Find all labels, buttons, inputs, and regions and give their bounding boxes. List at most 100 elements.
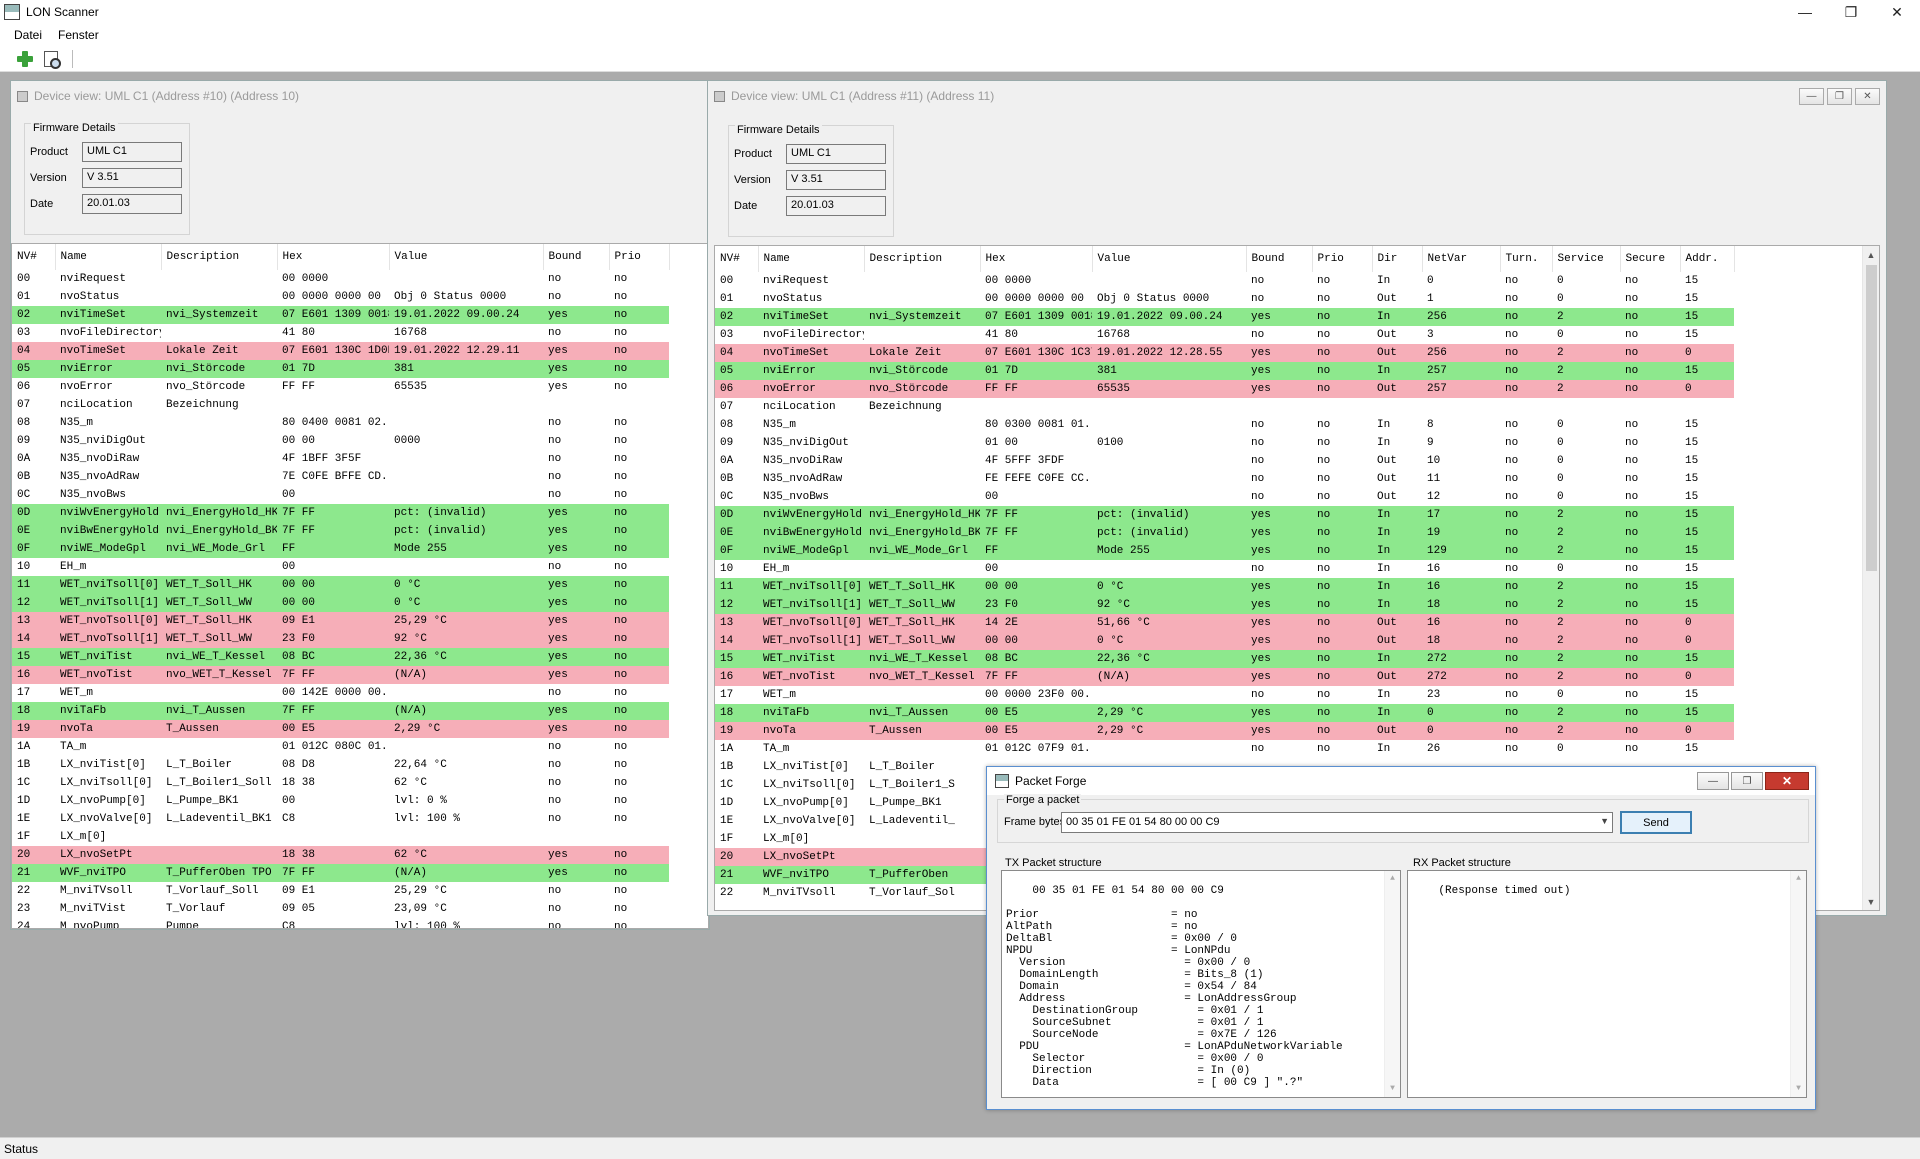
table-row[interactable]: 1C LX_nviTsoll[0] L_T_Boiler1_Soll 18 38 62 … xyxy=(12,774,669,792)
table-row[interactable]: 07 nciLocation Bezeichnung xyxy=(12,396,669,414)
table-row[interactable]: 09 N35_nviDigOut 00 00 0000 no no xyxy=(12,432,669,450)
table-row[interactable]: 04 nvoTimeSet Lokale Zeit 07 E601 130C 1D0B… xyxy=(12,342,669,360)
close-button[interactable]: ✕ xyxy=(1874,0,1920,24)
table-row[interactable]: 21 WVF_nviTPO T_PufferOben TPO 7F FF (N/A) ye… xyxy=(12,864,669,882)
table-row[interactable]: 0A N35_nvoDiRaw 4F 1BFF 3F5F no no xyxy=(12,450,669,468)
menu-datei[interactable]: Datei xyxy=(14,28,42,42)
product-field[interactable]: UML C1 xyxy=(82,142,182,162)
table-row[interactable]: 09 N35_nviDigOut 01 00 0100 no no In 9 no 0 no 15 xyxy=(715,434,1734,452)
column-header[interactable]: Turn. xyxy=(1500,246,1553,272)
column-header[interactable]: Value xyxy=(389,244,544,270)
table-row[interactable]: 14 WET_nvoTsoll[1] WET_T_Soll_WW 23 F0 92 °C… xyxy=(12,630,669,648)
product-field[interactable]: UML C1 xyxy=(786,144,886,164)
rx-scrollbar[interactable]: ▲ ▼ xyxy=(1790,871,1806,1097)
column-header[interactable]: Addr. xyxy=(1680,246,1735,272)
column-header[interactable]: Value xyxy=(1092,246,1247,272)
table-row[interactable]: 0D nviWvEnergyHold nvi_EnergyHold_HK 7F FF p… xyxy=(12,504,669,522)
date-field[interactable]: 20.01.03 xyxy=(786,196,886,216)
scroll-up-icon[interactable]: ▲ xyxy=(1791,871,1806,887)
column-header[interactable]: Service xyxy=(1552,246,1621,272)
table-row[interactable]: 20 LX_nvoSetPt 18 38 62 °C yes no xyxy=(12,846,669,864)
table-row[interactable]: 13 WET_nvoTsoll[0] WET_T_Soll_HK 14 2E 51,66… xyxy=(715,614,1734,632)
scrollbar-thumb[interactable] xyxy=(1866,265,1877,571)
table-row[interactable]: 15 WET_nviTist nvi_WE_T_Kessel 08 BC 22,36 °… xyxy=(715,650,1734,668)
column-header[interactable]: Bound xyxy=(1246,246,1313,272)
table-row[interactable]: 19 nvoTa T_Aussen 00 E5 2,29 °C yes no Out 0 no 2 n… xyxy=(715,722,1734,740)
table-row[interactable]: 23 M_nviTVist T_Vorlauf 09 05 23,09 °C no no xyxy=(12,900,669,918)
table-row[interactable]: 17 WET_m 00 142E 0000 00... no no xyxy=(12,684,669,702)
nv-grid-1[interactable]: NV# Name Description Hex Value Bound Prio 00 nvi… xyxy=(11,243,709,929)
scroll-up-icon[interactable]: ▲ xyxy=(1385,871,1400,887)
column-header[interactable]: Description xyxy=(161,244,278,270)
send-button[interactable]: Send xyxy=(1620,811,1692,834)
table-row[interactable]: 19 nvoTa T_Aussen 00 E5 2,29 °C yes no xyxy=(12,720,669,738)
table-row[interactable]: 06 nvoError nvo_Störcode FF FF 65535 yes no xyxy=(12,378,669,396)
table-row[interactable]: 02 nviTimeSet nvi_Systemzeit 07 E601 1309 0… xyxy=(12,306,669,324)
table-row[interactable]: 0C N35_nvoBws 00 no no Out 12 no 0 no 15 xyxy=(715,488,1734,506)
table-row[interactable]: 0B N35_nvoAdRaw 7E C0FE BFFE CD... no no xyxy=(12,468,669,486)
table-row[interactable]: 04 nvoTimeSet Lokale Zeit 07 E601 130C 1C37… xyxy=(715,344,1734,362)
version-field[interactable]: V 3.51 xyxy=(82,168,182,188)
table-row[interactable]: 1A TA_m 01 012C 07F9 01... no no In 26 no 0 no 15 xyxy=(715,740,1734,758)
table-row[interactable]: 1A TA_m 01 012C 080C 01... no no xyxy=(12,738,669,756)
date-field[interactable]: 20.01.03 xyxy=(82,194,182,214)
scan-button[interactable] xyxy=(40,49,62,69)
version-field[interactable]: V 3.51 xyxy=(786,170,886,190)
column-header[interactable]: Bound xyxy=(543,244,610,270)
table-row[interactable]: 0B N35_nvoAdRaw FE FEFE C0FE CC... no no Out 1… xyxy=(715,470,1734,488)
restore-button[interactable]: ❐ xyxy=(1827,88,1852,105)
restore-button[interactable]: ❐ xyxy=(1731,772,1763,790)
table-row[interactable]: 0C N35_nvoBws 00 no no xyxy=(12,486,669,504)
tx-structure-pane[interactable]: 00 35 01 FE 01 54 80 00 00 C9 Prior = no… xyxy=(1001,870,1401,1098)
column-header[interactable]: Secure xyxy=(1620,246,1681,272)
table-row[interactable]: 12 WET_nviTsoll[1] WET_T_Soll_WW 00 00 0 °C y… xyxy=(12,594,669,612)
table-row[interactable]: 01 nvoStatus 00 0000 0000 00 Obj 0 Status 0… xyxy=(12,288,669,306)
close-button[interactable]: ✕ xyxy=(1765,772,1809,790)
table-row[interactable]: 03 nvoFileDirectory 41 80 16768 no no xyxy=(12,324,669,342)
table-row[interactable]: 02 nviTimeSet nvi_Systemzeit 07 E601 1309 0… xyxy=(715,308,1734,326)
table-row[interactable]: 1D LX_nvoPump[0] L_Pumpe_BK1 00 lvl: 0 % no no xyxy=(12,792,669,810)
table-row[interactable]: 10 EH_m 00 no no In 16 no 0 no 15 xyxy=(715,560,1734,578)
table-row[interactable]: 05 nviError nvi_Störcode 01 7D 381 yes no In 257… xyxy=(715,362,1734,380)
column-header[interactable]: NetVar xyxy=(1422,246,1501,272)
table-row[interactable]: 18 nviTaFb nvi_T_Aussen 7F FF (N/A) yes no xyxy=(12,702,669,720)
frame-bytes-combobox[interactable]: 00 35 01 FE 01 54 80 00 00 C9 ▼ xyxy=(1061,812,1613,833)
tx-scrollbar[interactable]: ▲ ▼ xyxy=(1384,871,1400,1097)
table-row[interactable]: 0E nviBwEnergyHold nvi_EnergyHold_BK 7F FF p… xyxy=(12,522,669,540)
table-row[interactable]: 1B LX_nviTist[0] L_T_Boiler 08 D8 22,64 °C no… xyxy=(12,756,669,774)
table-row[interactable]: 22 M_nviTVsoll T_Vorlauf_Soll 09 E1 25,29 °C… xyxy=(12,882,669,900)
table-row[interactable]: 0D nviWvEnergyHold nvi_EnergyHold_HK 7F FF p… xyxy=(715,506,1734,524)
table-row[interactable]: 01 nvoStatus 00 0000 0000 00 Obj 0 Status 0… xyxy=(715,290,1734,308)
column-header[interactable]: Hex xyxy=(277,244,390,270)
vertical-scrollbar[interactable]: ▲ ▼ xyxy=(1862,246,1879,910)
table-row[interactable]: 00 nviRequest 00 0000 no no xyxy=(12,270,669,288)
table-row[interactable]: 17 WET_m 00 0000 23F0 00... no no In 23 no 0 no 15 xyxy=(715,686,1734,704)
table-row[interactable]: 0F nviWE_ModeGpl nvi_WE_Mode_Grl FF Mode 255… xyxy=(715,542,1734,560)
minimize-button[interactable]: — xyxy=(1697,772,1729,790)
table-row[interactable]: 00 nviRequest 00 0000 no no In 0 no 0 no 15 xyxy=(715,272,1734,290)
table-row[interactable]: 13 WET_nvoTsoll[0] WET_T_Soll_HK 09 E1 25,29… xyxy=(12,612,669,630)
column-header[interactable]: Hex xyxy=(980,246,1093,272)
table-row[interactable]: 11 WET_nviTsoll[0] WET_T_Soll_HK 00 00 0 °C y… xyxy=(12,576,669,594)
table-row[interactable]: 16 WET_nvoTist nvo_WET_T_Kessel 7F FF (N/A) y… xyxy=(12,666,669,684)
column-header[interactable]: Dir xyxy=(1372,246,1423,272)
table-row[interactable]: 1F LX_m[0] xyxy=(12,828,669,846)
minimize-button[interactable]: — xyxy=(1799,88,1824,105)
add-device-button[interactable] xyxy=(14,49,36,69)
scroll-down-icon[interactable]: ▼ xyxy=(1791,1081,1806,1097)
table-row[interactable]: 15 WET_nviTist nvi_WE_T_Kessel 08 BC 22,36 °… xyxy=(12,648,669,666)
table-row[interactable]: 03 nvoFileDirectory 41 80 16768 no no Out 3 no 0 n… xyxy=(715,326,1734,344)
menu-fenster[interactable]: Fenster xyxy=(58,28,99,42)
column-header[interactable]: Prio xyxy=(609,244,670,270)
table-row[interactable]: 12 WET_nviTsoll[1] WET_T_Soll_WW 23 F0 92 °C… xyxy=(715,596,1734,614)
close-button[interactable]: ✕ xyxy=(1855,88,1880,105)
column-header[interactable]: Description xyxy=(864,246,981,272)
table-row[interactable]: 16 WET_nvoTist nvo_WET_T_Kessel 7F FF (N/A) y… xyxy=(715,668,1734,686)
table-row[interactable]: 0E nviBwEnergyHold nvi_EnergyHold_BK 7F FF p… xyxy=(715,524,1734,542)
column-header[interactable]: Name xyxy=(758,246,865,272)
table-row[interactable]: 0A N35_nvoDiRaw 4F 5FFF 3FDF no no Out 10 no 0 no… xyxy=(715,452,1734,470)
table-row[interactable]: 11 WET_nviTsoll[0] WET_T_Soll_HK 00 00 0 °C y… xyxy=(715,578,1734,596)
column-header[interactable]: Prio xyxy=(1312,246,1373,272)
table-row[interactable]: 1E LX_nvoValve[0] L_Ladeventil_BK1 C8 lvl: 1… xyxy=(12,810,669,828)
table-row[interactable]: 24M_nvoPumpPumpeC8lvl: 100 %nonoOut36no0 xyxy=(12,918,669,928)
